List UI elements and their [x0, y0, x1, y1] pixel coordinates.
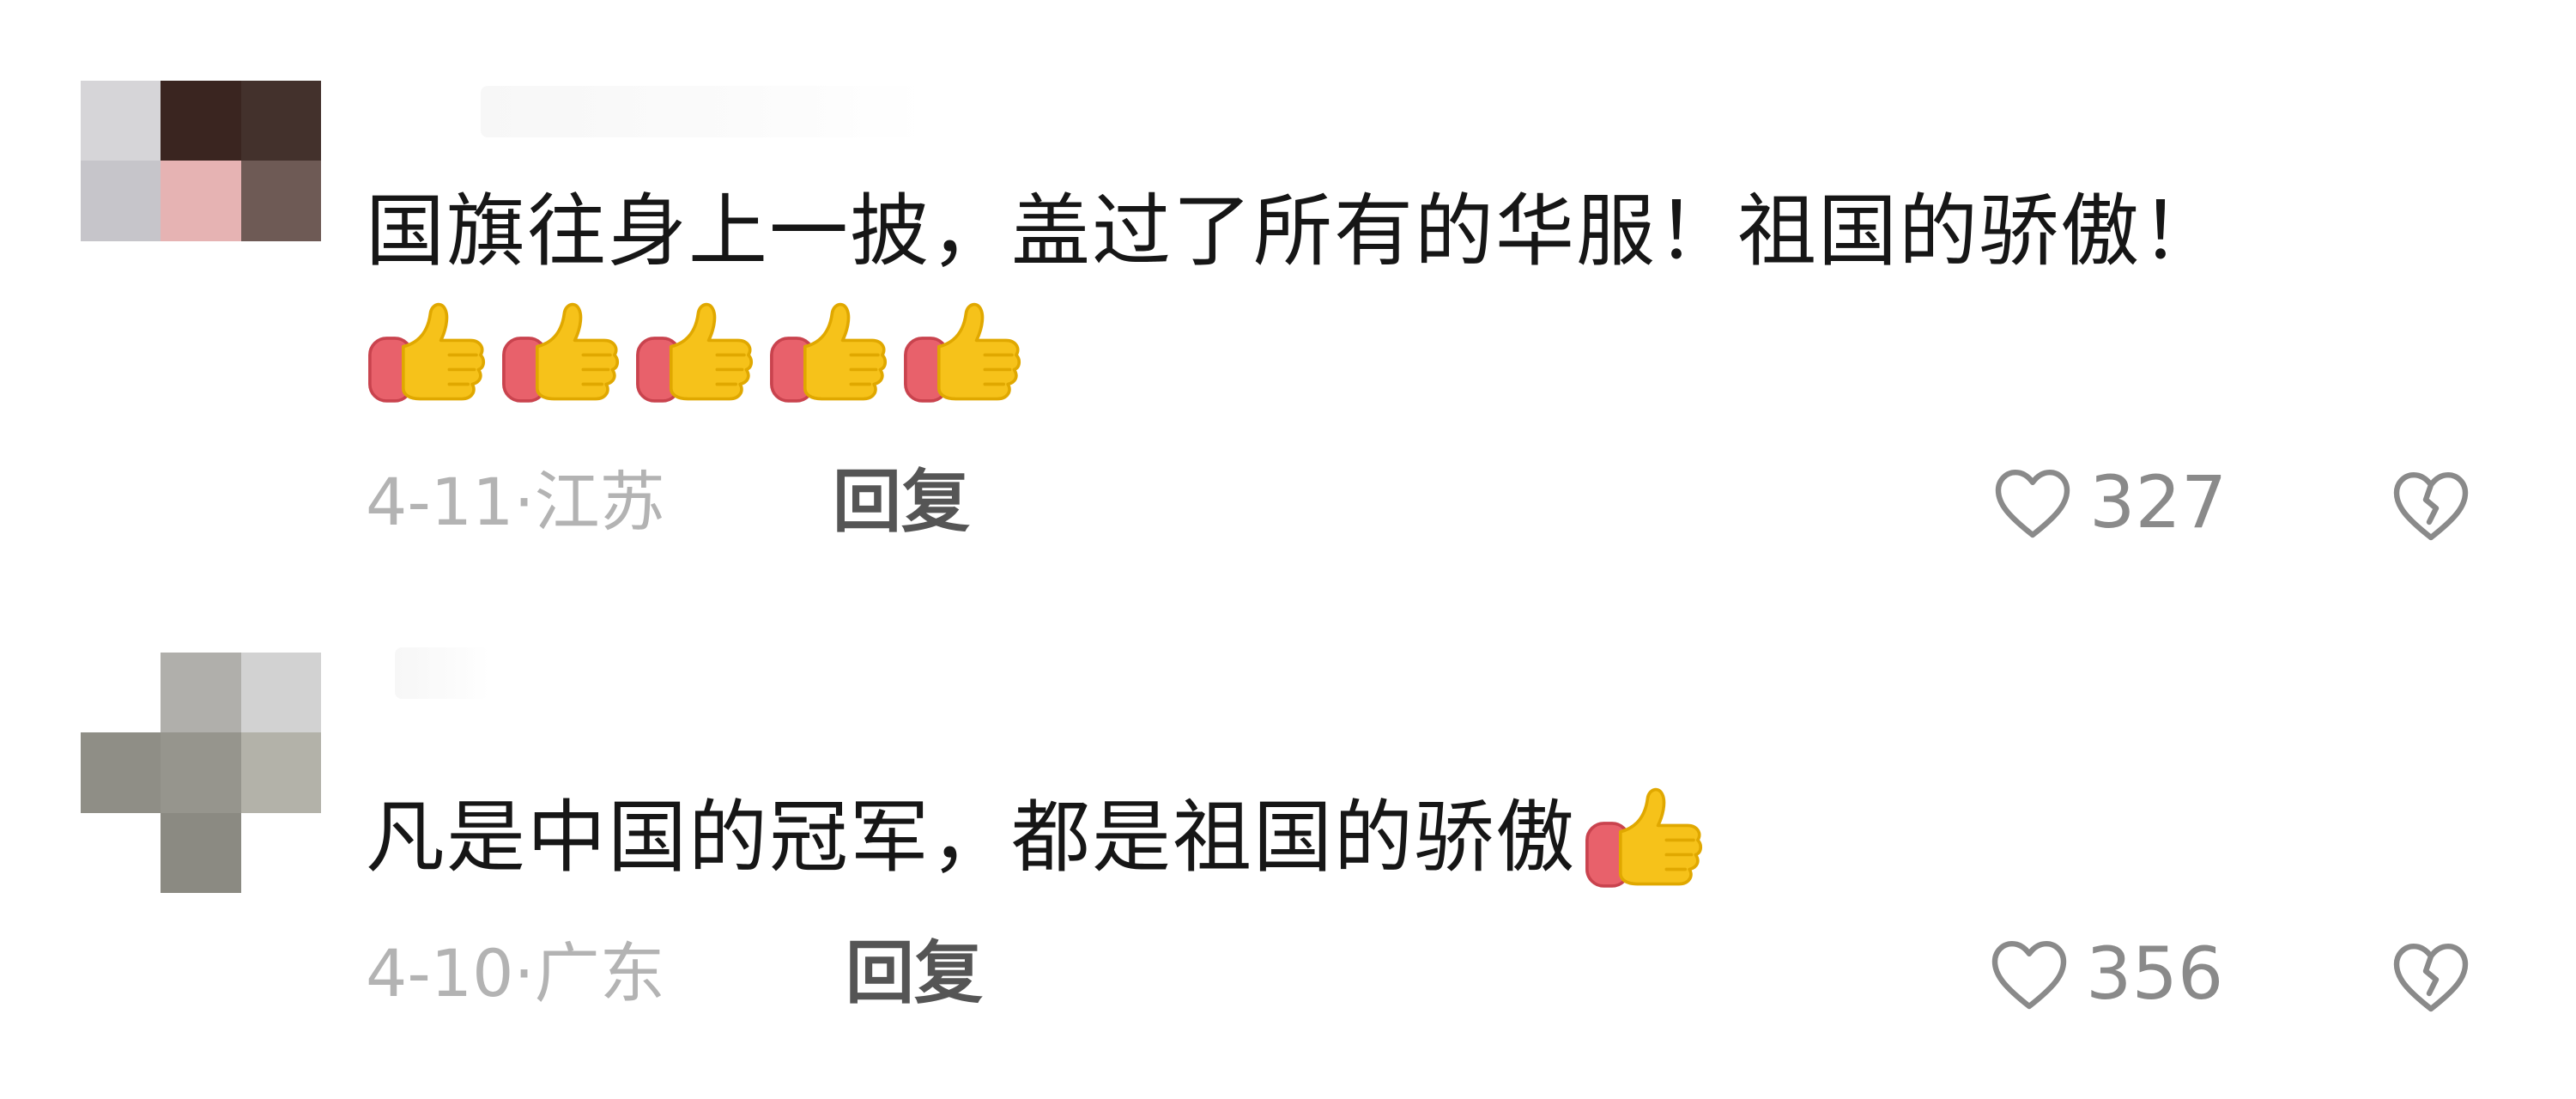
username-blurred[interactable] [481, 86, 927, 137]
broken-heart-icon[interactable] [2390, 466, 2472, 543]
comment-text: 国旗往身上一披，盖过了所有的华服！祖国的骄傲！ [366, 185, 2222, 277]
comment-text: 凡是中国的冠军，都是祖国的骄傲 [366, 781, 1708, 895]
comment-item: 凡是中国的冠军，都是祖国的骄傲 4-10·广东 回复 356 [0, 584, 2576, 1099]
like-count: 356 [2086, 932, 2224, 1016]
username-blurred[interactable] [395, 647, 489, 699]
thumbs-up-icon [767, 296, 893, 410]
heart-outline-icon [1991, 464, 2074, 541]
thumbs-up-icon [366, 296, 491, 410]
like-button[interactable]: 356 [1988, 931, 2223, 1017]
like-count: 327 [2089, 460, 2227, 544]
heart-outline-icon [1988, 935, 2070, 1012]
comment-text-body: 凡是中国的冠军，都是祖国的骄傲 [366, 792, 1577, 883]
comment-meta: 4-11·江苏 [366, 464, 665, 540]
avatar[interactable] [81, 81, 321, 321]
thumbs-up-icon [1583, 781, 1708, 895]
thumbs-up-icon [901, 296, 1027, 410]
broken-heart-icon[interactable] [2390, 938, 2472, 1015]
emoji-row [366, 296, 1027, 410]
comment-meta: 4-10·广东 [366, 935, 665, 1011]
avatar[interactable] [81, 653, 321, 893]
emoji-row [1583, 781, 1708, 895]
thumbs-up-icon [500, 296, 625, 410]
comment-item: 国旗往身上一披，盖过了所有的华服！祖国的骄傲！ 4-11·江苏 回复 327 [0, 0, 2576, 584]
reply-button[interactable]: 回复 [833, 459, 970, 545]
thumbs-up-icon [633, 296, 759, 410]
reply-button[interactable]: 回复 [846, 931, 983, 1017]
like-button[interactable]: 327 [1991, 459, 2227, 545]
